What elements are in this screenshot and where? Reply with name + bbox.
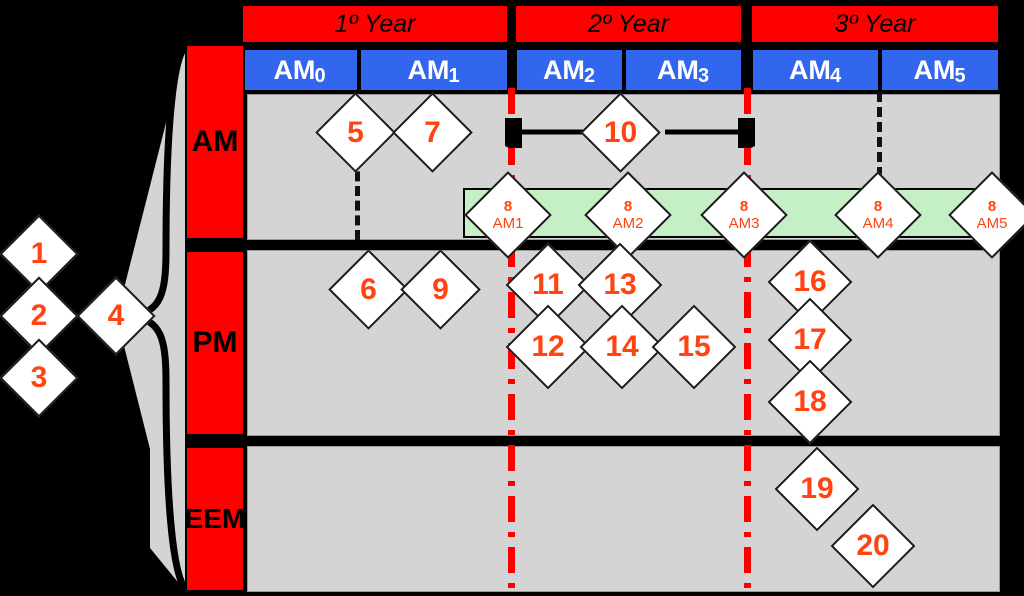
band-node-am1-number: 8 [503,198,513,215]
am-node-7-body: 7 [406,106,459,159]
am-node-5-label: 5 [347,115,364,149]
lane-label-am: AM [185,44,245,240]
pm-node-14-label: 14 [605,330,639,363]
year-header-1: 1º Year [241,4,509,44]
lane-label-am-text: AM [191,125,239,158]
band-node-am3-period: AM3 [728,215,760,232]
band-node-am5-number: 8 [987,198,997,215]
band-node-am4-period: AM4 [862,215,894,232]
year-header-1-label: 1º Year [334,10,416,38]
eem-node-19-body: 19 [789,461,845,517]
band-node-am4-number: 8 [873,198,883,215]
period-header-am2-index: 2 [583,65,596,87]
year-header-2: 2º Year [514,4,743,44]
input-node-2-label: 2 [30,299,48,332]
input-node-1-label: 1 [30,237,48,270]
period-header-am0-index: 0 [314,65,326,87]
pm-node-18-label: 18 [793,385,827,418]
pm-node-12-label: 12 [531,330,565,363]
milestone-line-year2-end [744,88,751,596]
pm-node-6-label: 6 [360,272,377,306]
year-header-3: 3º Year [750,4,1000,44]
am-node-7-label: 7 [424,115,441,149]
year-header-2-label: 2º Year [588,10,669,38]
band-node-am5-body: 8 AM5 [963,186,1021,244]
period-header-am4-label: AM [788,55,831,85]
period-header-am0[interactable]: AM0 [241,48,359,92]
period-header-am0-label: AM [273,55,316,85]
lane-separator-pm-eem [185,436,1000,446]
pm-node-6-body: 6 [342,263,395,316]
merge-node-4-body: 4 [90,290,142,342]
merge-node-4-label: 4 [107,299,125,332]
period-header-am3-index: 3 [697,65,710,87]
am-node-5-body: 5 [329,106,382,159]
band-node-am3-body: 8 AM3 [715,186,773,244]
pm-node-16-label: 16 [793,265,827,298]
input-node-1-body: 1 [13,228,65,280]
lane-label-pm: PM [185,250,245,436]
lane-label-eem-text: EEM [184,503,246,534]
period-header-am3-label: AM [656,55,699,85]
am-node-10-label: 10 [603,115,638,149]
pm-node-17-label: 17 [793,323,827,356]
input-node-3-label: 3 [30,361,48,394]
eem-node-20-label: 20 [856,529,890,562]
period-header-am4-index: 4 [829,65,842,87]
band-node-am5-period: AM5 [976,215,1008,232]
pm-node-12-body: 12 [520,319,576,375]
lane-label-pm-text: PM [192,326,238,359]
eem-node-19-label: 19 [800,472,834,505]
input-node-3-body: 3 [13,352,65,404]
input-node-2-body: 2 [13,290,65,342]
band-node-am3-number: 8 [739,198,749,215]
year-header-3-label: 3º Year [834,10,916,38]
band-node-am4-body: 8 AM4 [849,186,907,244]
band-node-am2-period: AM2 [612,215,644,232]
band-node-am1-period: AM1 [492,215,524,232]
lane-label-eem: EEM [185,446,245,592]
period-header-am4[interactable]: AM4 [751,48,880,92]
period-header-am5[interactable]: AM5 [880,48,1000,92]
period-header-am1-label: AM [407,55,450,85]
pm-node-13-label: 13 [603,268,637,301]
period-header-am2-label: AM [542,55,585,85]
period-header-am1-index: 1 [448,65,460,87]
eem-node-20-body: 20 [845,518,901,574]
pm-node-15-body: 15 [666,319,722,375]
pm-node-9-body: 9 [414,263,467,316]
period-header-am2[interactable]: AM2 [515,48,624,92]
period-header-am5-label: AM [913,55,956,85]
pm-node-14-body: 14 [594,319,650,375]
pm-node-9-label: 9 [432,272,449,306]
band-node-am2-number: 8 [623,198,633,215]
band-node-am2-body: 8 AM2 [599,186,657,244]
period-header-am3[interactable]: AM3 [624,48,743,92]
diagram-canvas: 1º Year 2º Year 3º Year AM0 AM1 AM2 AM3 … [0,0,1024,596]
period-header-am1[interactable]: AM1 [359,48,509,92]
period-header-am5-index: 5 [954,65,966,87]
pm-node-11-label: 11 [532,268,564,301]
band-node-am1-body: 8 AM1 [479,186,537,244]
pm-node-15-label: 15 [677,330,711,363]
am-node-10-body: 10 [594,106,647,159]
pm-node-18-body: 18 [782,374,838,430]
